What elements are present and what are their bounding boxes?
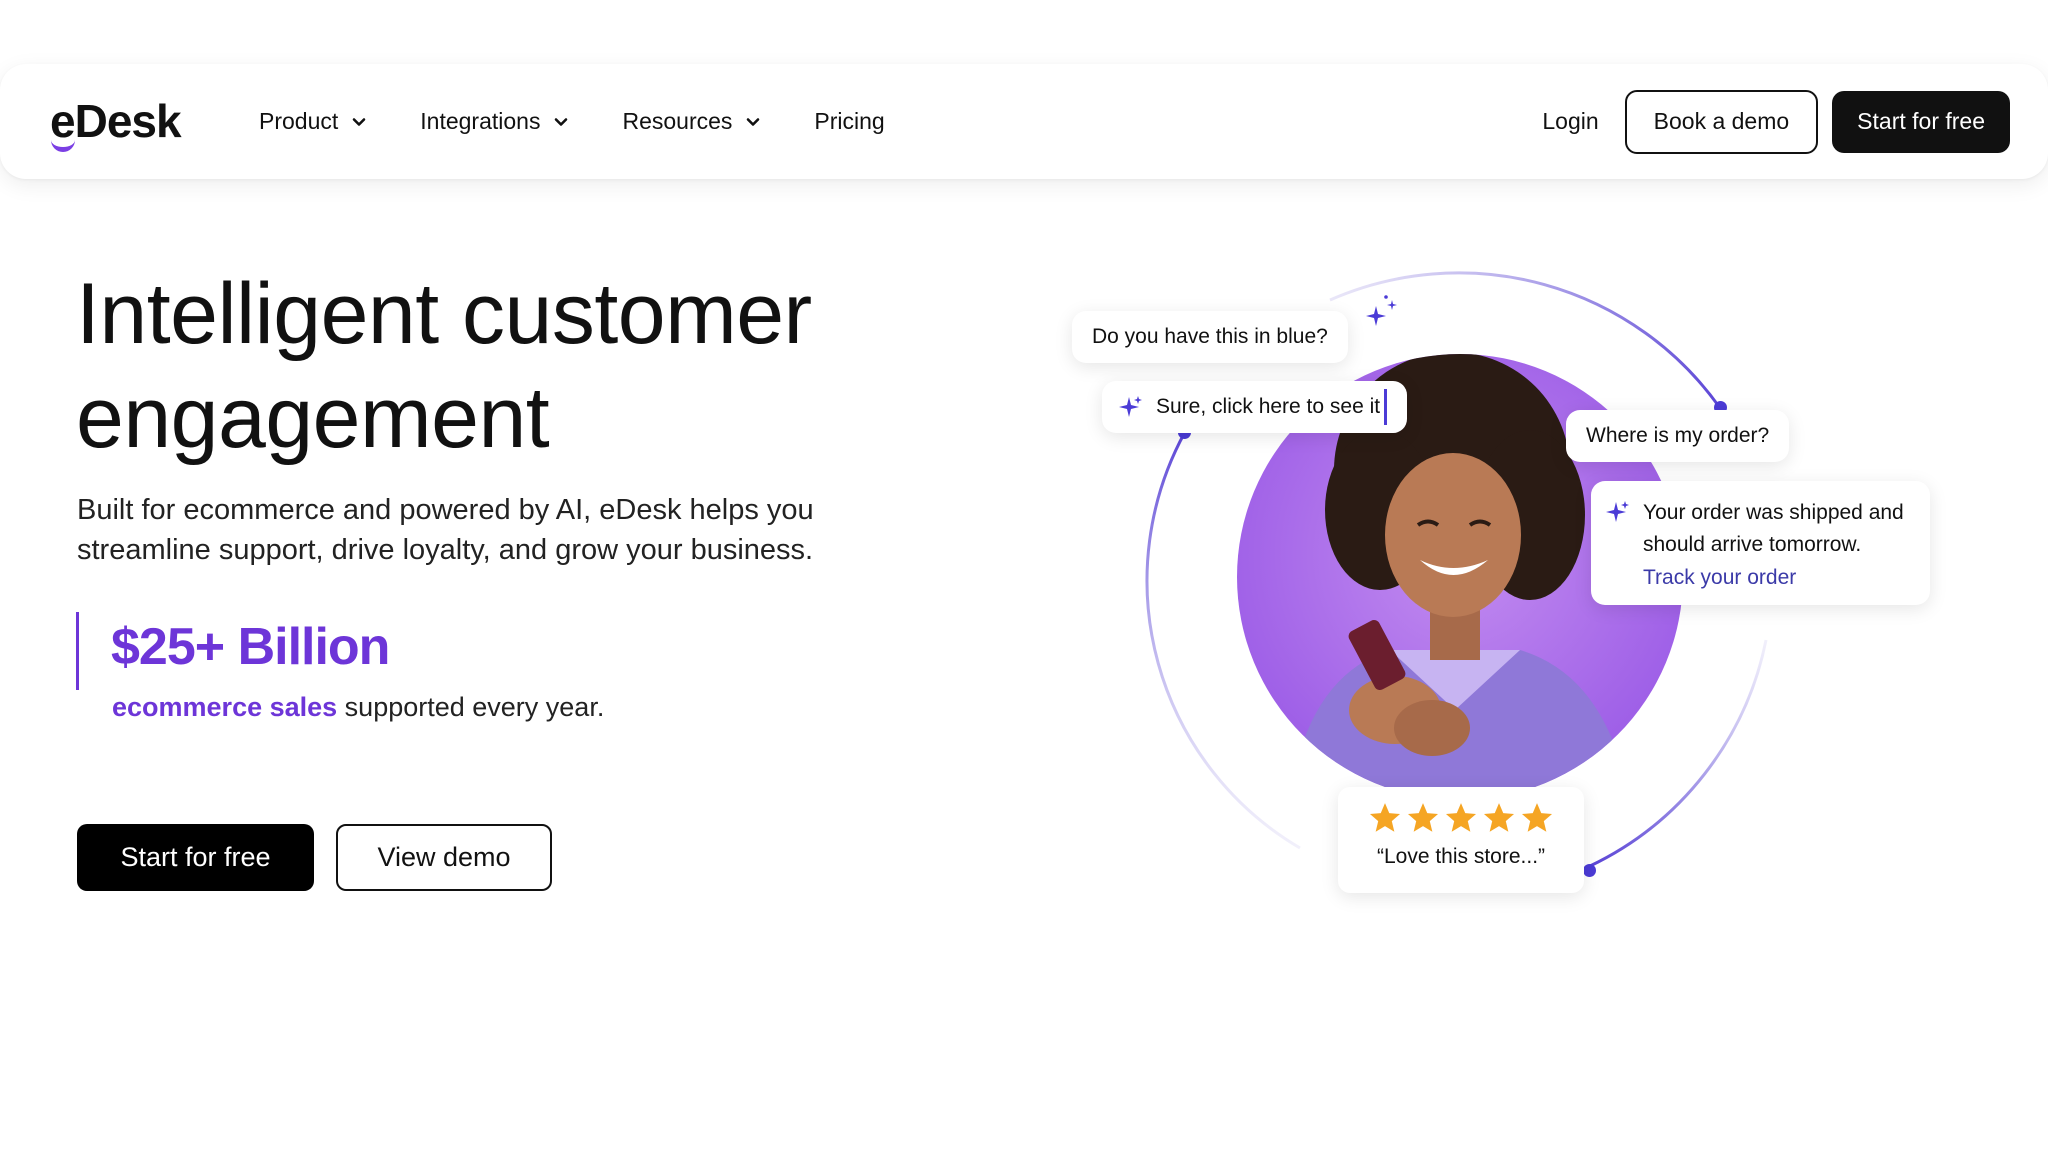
review-quote: “Love this store...” — [1376, 845, 1546, 868]
hero-title: Intelligent customer engagement — [76, 262, 976, 470]
logo-e-mark: e — [50, 95, 76, 152]
nav-item-label: Resources — [622, 108, 733, 134]
ai-sparkle-icon — [1606, 501, 1629, 522]
nav-item-label: Product — [259, 108, 339, 134]
main-nav: Product Integrations Resources Pricing — [259, 64, 939, 179]
stat-rest: supported every year. — [337, 692, 605, 722]
hero-title-line-1: Intelligent customer — [76, 266, 812, 362]
stat-description: ecommerce sales supported every year. — [112, 692, 604, 723]
book-demo-button[interactable]: Book a demo — [1624, 89, 1819, 154]
chevron-down-icon — [555, 117, 568, 126]
start-free-nav-button[interactable]: Start for free — [1832, 90, 2010, 153]
chat-bubble-question-1: Do you have this in blue? — [1072, 311, 1348, 363]
logo-wordmark: Desk — [74, 95, 182, 147]
chevron-down-icon — [352, 117, 366, 126]
nav-item-label: Pricing — [814, 108, 885, 134]
nav-item-label: Integrations — [420, 108, 541, 134]
ai-sparkle-icon — [1119, 396, 1142, 417]
stat-highlight: ecommerce sales — [112, 692, 338, 722]
typing-cursor — [1384, 389, 1388, 425]
star-icon — [1483, 803, 1515, 832]
orbit-dot — [1583, 864, 1596, 877]
nav-actions: Login Book a demo Start for free — [1542, 64, 2010, 179]
star-icon — [1407, 803, 1439, 832]
star-icon — [1521, 803, 1553, 832]
edesk-logo[interactable]: e Desk — [50, 95, 182, 152]
start-free-hero-button[interactable]: Start for free — [77, 824, 314, 891]
track-order-link[interactable]: Track your order — [1643, 561, 1904, 595]
sparkle-decoration-icon — [1366, 295, 1397, 326]
chat-bubble-question-2: Where is my order? — [1566, 410, 1790, 462]
star-icon — [1445, 803, 1477, 832]
hero-subtitle: Built for ecommerce and powered by AI, e… — [77, 490, 937, 570]
nav-item-integrations[interactable]: Integrations — [420, 108, 568, 135]
hero-subtitle-line-1: Built for ecommerce and powered by AI, e… — [77, 494, 814, 526]
reply-text-line-2: should arrive tomorrow. — [1643, 533, 1862, 556]
chat-bubble-answer-1: Sure, click here to see it — [1102, 381, 1408, 433]
bubble-text: Sure, click here to see it — [1156, 395, 1381, 418]
chevron-down-icon — [747, 117, 760, 126]
chat-bubble-answer-2: Your order was shipped and should arrive… — [1591, 481, 1930, 605]
star-icon — [1369, 803, 1401, 832]
reply-text-line-1: Your order was shipped and — [1643, 501, 1904, 524]
bubble-text: Where is my order? — [1586, 424, 1770, 447]
stat-value: $25+ Billion — [111, 618, 390, 676]
login-link[interactable]: Login — [1542, 108, 1598, 135]
hero-cta-row: Start for free View demo — [77, 824, 552, 891]
bubble-text: Do you have this in blue? — [1092, 325, 1328, 348]
hero-subtitle-line-2: streamline support, drive loyalty, and g… — [77, 534, 814, 566]
view-demo-button[interactable]: View demo — [336, 824, 552, 891]
stat-block: $25+ Billion — [76, 612, 390, 690]
nav-item-resources[interactable]: Resources — [622, 108, 760, 135]
page: e Desk Product Integrations Resources Pri… — [0, 0, 2048, 1152]
hero-title-line-2: engagement — [76, 370, 550, 466]
nav-item-pricing[interactable]: Pricing — [814, 108, 884, 135]
star-rating — [1338, 801, 1584, 835]
review-card: “Love this store...” — [1338, 787, 1584, 893]
nav-item-product[interactable]: Product — [259, 108, 366, 135]
top-navbar: e Desk Product Integrations Resources Pri… — [0, 64, 2048, 179]
